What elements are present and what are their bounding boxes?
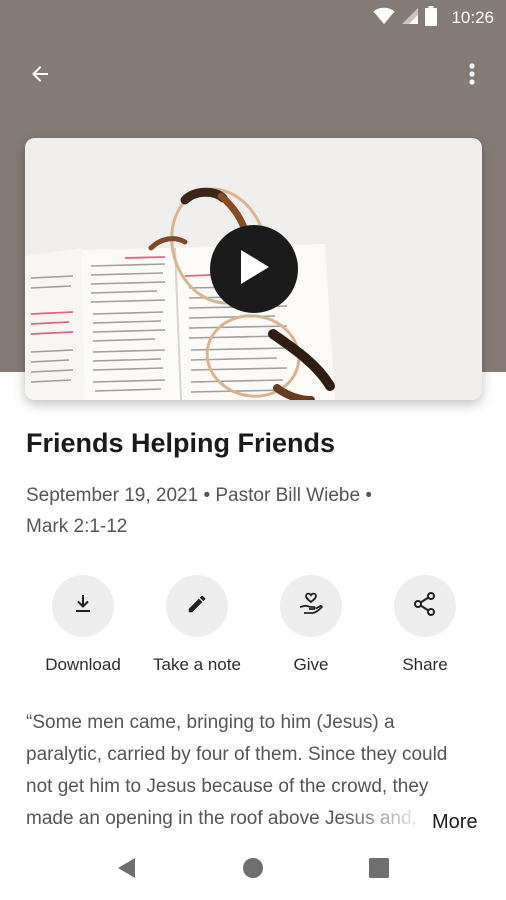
play-button[interactable] xyxy=(210,225,298,313)
nav-recents-button[interactable] xyxy=(363,854,395,886)
battery-icon xyxy=(425,5,438,31)
sermon-meta-scripture: Mark 2:1-12 xyxy=(26,516,128,537)
sermon-title: Friends Helping Friends xyxy=(26,428,336,458)
share-button[interactable]: Share xyxy=(365,575,485,675)
nav-home-button[interactable] xyxy=(237,854,269,886)
more-options-button[interactable] xyxy=(452,56,492,96)
download-button[interactable]: Download xyxy=(23,575,143,675)
status-bar: 10:26 xyxy=(0,0,506,36)
take-note-button[interactable]: Take a note xyxy=(137,575,257,675)
share-circle xyxy=(394,575,456,637)
wifi-icon xyxy=(373,7,395,30)
take-note-circle xyxy=(166,575,228,637)
download-circle xyxy=(52,575,114,637)
nav-back-button[interactable] xyxy=(110,854,142,886)
system-nav-bar xyxy=(0,840,506,900)
play-icon xyxy=(237,248,271,291)
pencil-icon xyxy=(186,593,208,620)
signal-icon xyxy=(401,7,419,30)
share-icon xyxy=(412,591,438,622)
more-link[interactable]: More xyxy=(430,806,478,838)
nav-back-icon xyxy=(116,857,136,884)
sermon-meta-date-speaker: September 19, 2021 • Pastor Bill Wiebe • xyxy=(26,485,372,506)
give-button[interactable]: Give xyxy=(251,575,371,675)
share-label: Share xyxy=(402,655,448,674)
app-bar xyxy=(0,48,506,100)
download-icon xyxy=(71,592,95,621)
nav-recents-icon xyxy=(369,857,389,883)
more-vertical-icon xyxy=(469,62,475,91)
video-thumbnail[interactable] xyxy=(25,138,482,400)
arrow-left-icon xyxy=(28,62,52,91)
action-bar: Download Take a note Give Share xyxy=(24,575,484,685)
give-circle xyxy=(280,575,342,637)
sermon-meta: September 19, 2021 • Pastor Bill Wiebe •… xyxy=(26,480,466,542)
status-time: 10:26 xyxy=(451,8,494,27)
hand-heart-icon xyxy=(298,591,324,622)
back-button[interactable] xyxy=(20,56,60,96)
give-label: Give xyxy=(293,655,329,674)
download-label: Download xyxy=(45,655,121,674)
take-note-label: Take a note xyxy=(153,655,241,674)
nav-home-icon xyxy=(242,857,264,884)
description-fade xyxy=(340,806,430,838)
